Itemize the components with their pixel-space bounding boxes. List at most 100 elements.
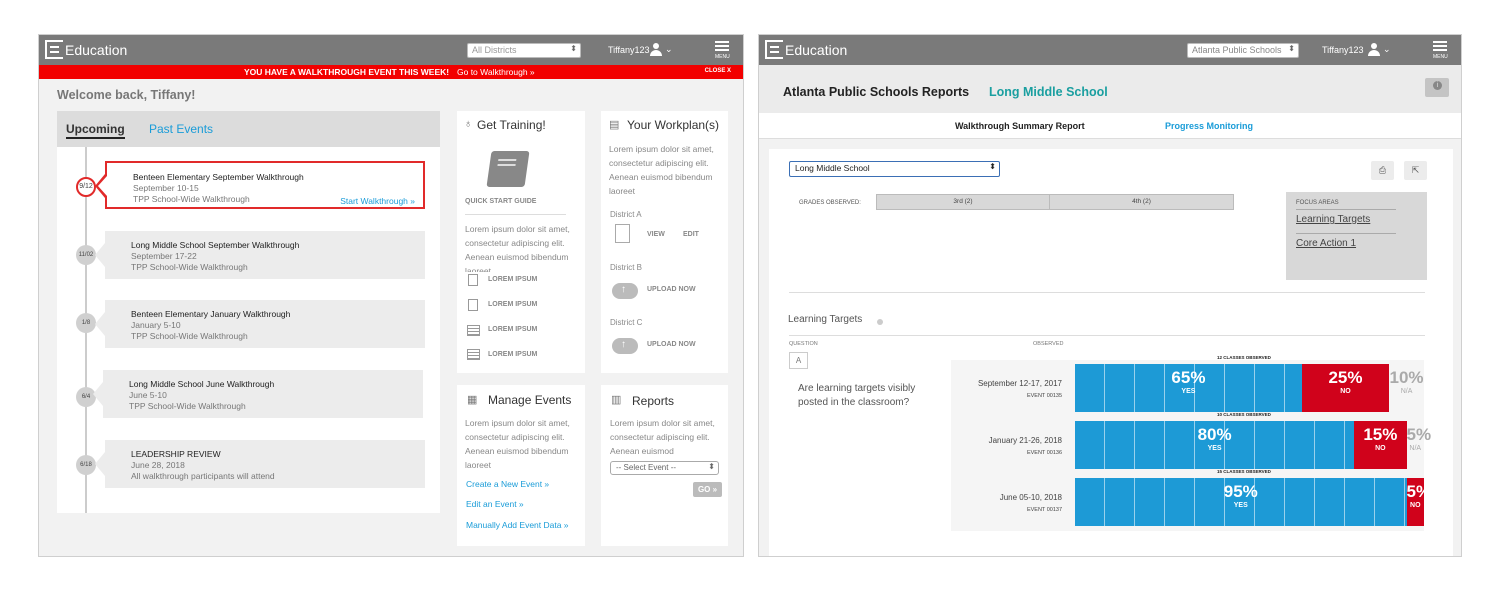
no-segment[interactable]: 5% NO (1406, 478, 1432, 526)
event-title: LEADERSHIP REVIEW (131, 449, 221, 459)
share-icon[interactable]: ⇱ (1404, 161, 1427, 180)
chevron-down-icon[interactable]: ⌄ (1383, 44, 1391, 55)
training-item[interactable]: LOREM IPSUM (488, 326, 537, 333)
divider (789, 292, 1425, 293)
training-item[interactable]: LOREM IPSUM (488, 301, 537, 308)
event-card-active[interactable]: Benteen Elementary September Walkthrough… (95, 161, 425, 209)
tab-walkthrough-summary[interactable]: Walkthrough Summary Report (955, 121, 1085, 131)
event-card[interactable]: LEADERSHIP REVIEW June 28, 2018 All walk… (95, 440, 425, 488)
column-question: QUESTION (789, 341, 818, 347)
view-link[interactable]: VIEW (647, 231, 665, 238)
yes-segment[interactable]: 80% YES (1075, 421, 1355, 469)
manage-description: Lorem ipsum dolor sit amet, consectetur … (465, 418, 570, 470)
chevron-down-icon[interactable]: ⌄ (665, 44, 673, 55)
go-button[interactable]: GO » (693, 482, 722, 497)
user-icon[interactable] (1368, 43, 1380, 56)
info-icon[interactable] (877, 319, 883, 325)
no-segment-percent: 15% (1363, 425, 1398, 444)
no-segment-percent: 5% (1406, 482, 1432, 501)
events-tabs: Upcoming Past Events (57, 111, 440, 147)
classes-observed-label: 15 CLASSES OBSERVED (1217, 469, 1271, 474)
event-dates: September 17-22 (131, 251, 197, 261)
focus-item-learning-targets[interactable]: Learning Targets (1296, 214, 1370, 227)
edit-link[interactable]: EDIT (683, 231, 699, 238)
focus-areas-box: FOCUS AREAS Learning Targets Core Action… (1286, 192, 1427, 280)
reports-title: Reports (632, 394, 675, 408)
logo-icon (765, 40, 783, 59)
edit-event-link[interactable]: Edit an Event » (466, 499, 524, 509)
district-label: District C (610, 318, 643, 327)
district-label: District A (610, 210, 642, 219)
na-segment-percent: 10% (1389, 368, 1424, 387)
row-date: January 21-26, 2018 (988, 436, 1062, 445)
divider (789, 335, 1425, 336)
event-date-badge: 6/18 (76, 455, 96, 475)
alert-close-button[interactable]: CLOSE X (705, 68, 731, 74)
start-walkthrough-link[interactable]: Start Walkthrough » (340, 196, 415, 206)
na-segment[interactable]: 10% N/A (1389, 364, 1424, 412)
yes-segment[interactable]: 65% YES (1075, 364, 1302, 412)
quick-start-guide-link[interactable]: QUICK START GUIDE (465, 198, 536, 205)
workplan-description: Lorem ipsum dolor sit amet, consectetur … (609, 144, 714, 196)
training-item[interactable]: LOREM IPSUM (488, 351, 537, 358)
event-title: Benteen Elementary September Walkthrough (133, 172, 304, 182)
event-card[interactable]: Long Middle School June Walkthrough June… (93, 370, 423, 418)
tab-past-events[interactable]: Past Events (149, 122, 213, 136)
manually-add-data-link[interactable]: Manually Add Event Data » (466, 520, 569, 530)
event-card[interactable]: Benteen Elementary January Walkthrough J… (95, 300, 425, 348)
pdf-icon (615, 224, 630, 243)
training-item[interactable]: LOREM IPSUM (488, 276, 537, 283)
manage-events-title: Manage Events (488, 393, 572, 407)
tab-progress-monitoring[interactable]: Progress Monitoring (1165, 121, 1253, 131)
cloud-upload-icon[interactable] (612, 338, 638, 354)
na-segment[interactable]: 5% N/A (1406, 421, 1431, 469)
district-label: District B (610, 263, 642, 272)
district-select[interactable]: Atlanta Public Schools ⬍ (1187, 43, 1299, 58)
event-card[interactable]: Long Middle School September Walkthrough… (95, 231, 425, 279)
column-observed: OBSERVED (1033, 341, 1064, 347)
user-icon[interactable] (650, 43, 662, 56)
username[interactable]: Tiffany123 (608, 45, 650, 55)
cloud-upload-icon[interactable] (612, 283, 638, 299)
alert-link[interactable]: Go to Walkthrough » (457, 67, 535, 77)
divider (1296, 233, 1396, 234)
no-segment-label: NO (1340, 388, 1351, 395)
focus-item-core-action[interactable]: Core Action 1 (1296, 238, 1356, 249)
grade-segment[interactable]: 3rd (2) (876, 194, 1050, 210)
no-segment-label: NO (1410, 502, 1421, 509)
yes-segment-label: YES (1233, 502, 1248, 509)
tab-upcoming[interactable]: Upcoming (66, 122, 125, 139)
report-header: Atlanta Public Schools Reports Long Midd… (759, 65, 1461, 113)
school-select[interactable]: Long Middle School ⬍ (789, 161, 1000, 177)
document-icon: ▤ (609, 119, 620, 131)
bar-chart-icon: ▥ (611, 394, 622, 406)
no-segment[interactable]: 25% NO (1301, 364, 1390, 412)
top-bar: Education All Districts ⬍ Tiffany123 ⌄ M… (39, 35, 743, 65)
upload-now-link[interactable]: UPLOAD NOW (647, 341, 696, 348)
row-event-id: EVENT 00135 (1026, 393, 1062, 399)
yes-segment[interactable]: 95% YES (1075, 478, 1407, 526)
menu-icon[interactable] (715, 41, 729, 51)
reports-card: ▥ Reports Lorem ipsum dolor sit amet, co… (601, 385, 728, 546)
select-event-dropdown[interactable]: -- Select Event -- ⬍ (610, 461, 719, 475)
info-icon[interactable] (1425, 78, 1449, 97)
district-select[interactable]: All Districts ⬍ (467, 43, 581, 58)
na-segment-label: N/A (1409, 445, 1422, 452)
print-icon[interactable]: ⎙ (1371, 161, 1394, 180)
menu-label: MENU (715, 54, 730, 60)
select-caret-icon: ⬍ (1288, 44, 1295, 53)
section-title: Learning Targets (788, 314, 863, 325)
question-text: Are learning targets visibly posted in t… (798, 383, 916, 408)
yes-segment-percent: 95% (1223, 482, 1258, 501)
username[interactable]: Tiffany123 (1322, 45, 1364, 55)
school-title: Long Middle School (989, 85, 1108, 99)
menu-icon[interactable] (1433, 41, 1447, 51)
upload-now-link[interactable]: UPLOAD NOW (647, 286, 696, 293)
create-event-link[interactable]: Create a New Event » (466, 479, 549, 489)
book-icon[interactable] (486, 151, 530, 187)
no-segment-label: NO (1375, 445, 1386, 452)
event-scope: TPP School-Wide Walkthrough (131, 331, 248, 341)
no-segment[interactable]: 15% NO (1354, 421, 1407, 469)
grade-segment[interactable]: 4th (2) (1049, 194, 1234, 210)
yes-segment-percent: 65% (1171, 368, 1206, 387)
